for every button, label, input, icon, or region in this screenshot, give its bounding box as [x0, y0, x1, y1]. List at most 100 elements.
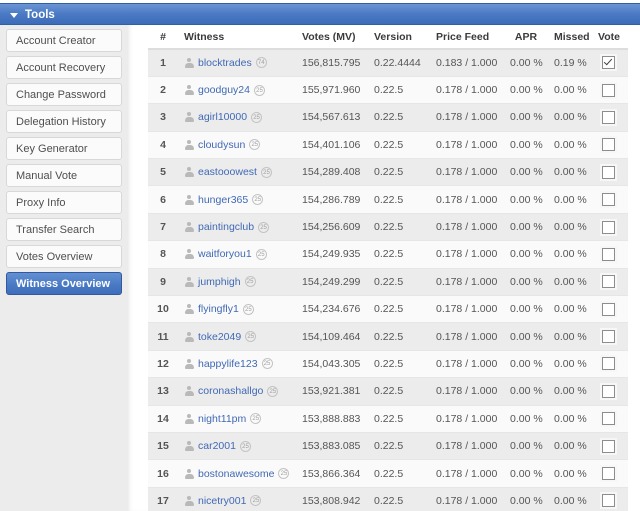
vote-checkbox[interactable]	[601, 83, 615, 97]
witness-name-link[interactable]: agirl10000	[198, 111, 247, 123]
vote-checkbox[interactable]	[601, 412, 615, 426]
cell-version: 0.22.5	[368, 405, 430, 433]
column-header-rank[interactable]: #	[148, 26, 178, 50]
cell-votes: 153,866.364	[296, 459, 368, 488]
cell-apr: 0.00 %	[504, 322, 548, 351]
cell-version: 0.22.5	[368, 268, 430, 297]
vote-checkbox[interactable]	[601, 138, 615, 152]
cell-witness: bostonawesome 25	[178, 459, 296, 488]
cell-url: >>	[624, 158, 628, 187]
witness-cell-content: eastooowest 25	[184, 166, 290, 178]
reputation-badge: 74	[255, 57, 267, 69]
column-header-version[interactable]: Version	[368, 26, 430, 50]
vote-checkbox[interactable]	[601, 220, 615, 234]
sidebar-item-transfer-search[interactable]: Transfer Search	[6, 218, 122, 241]
cell-votes: 154,249.935	[296, 240, 368, 269]
vote-checkbox[interactable]	[601, 110, 615, 124]
sidebar-item-change-password[interactable]: Change Password	[6, 83, 122, 106]
sidebar-item-label: Account Recovery	[16, 62, 106, 74]
witness-name-link[interactable]: night11pm	[198, 413, 246, 425]
vote-checkbox[interactable]	[601, 56, 615, 70]
witness-name-link[interactable]: toke2049	[198, 331, 241, 343]
cell-url: >>	[624, 350, 628, 379]
vote-checkbox[interactable]	[601, 165, 615, 179]
user-avatar-icon	[184, 276, 194, 287]
table-body: 1 blocktrades 74 156,815.795 0.22.4444 0.183 …	[148, 49, 628, 511]
witness-cell-content: car2001 25	[184, 440, 290, 452]
sidebar-item-votes-overview[interactable]: Votes Overview	[6, 245, 122, 268]
cell-apr: 0.00 %	[504, 240, 548, 269]
top-blue-bar: Tools	[0, 3, 640, 25]
sidebar-item-account-creator[interactable]: Account Creator	[6, 29, 122, 52]
witness-name-link[interactable]: waitforyou1	[198, 248, 252, 260]
witness-name-link[interactable]: cloudysun	[198, 139, 245, 151]
sidebar-item-account-recovery[interactable]: Account Recovery	[6, 56, 122, 79]
cell-price-feed: 0.178 / 1.000	[430, 158, 504, 187]
table-row: 15 car2001 25 153,883.085 0.22.5 0.178 / 1.00…	[148, 432, 628, 461]
cell-rank: 13	[148, 377, 178, 406]
sidebar-item-proxy-info[interactable]: Proxy Info	[6, 191, 122, 214]
vote-checkbox[interactable]	[601, 357, 615, 371]
witness-name-link[interactable]: blocktrades	[198, 57, 252, 69]
witness-name-link[interactable]: car2001	[198, 440, 236, 452]
sidebar-item-manual-vote[interactable]: Manual Vote	[6, 164, 122, 187]
reputation-badge: 25	[249, 139, 261, 151]
witness-name-link[interactable]: paintingclub	[198, 221, 254, 233]
table-header: # Witness Votes (MV) Version Price Feed …	[148, 26, 628, 50]
cell-missed: 0.00 %	[548, 131, 592, 160]
vote-checkbox[interactable]	[601, 330, 615, 344]
witness-name-link[interactable]: hunger365	[198, 194, 248, 206]
sidebar-item-label: Votes Overview	[16, 251, 93, 263]
witness-name-link[interactable]: happylife123	[198, 358, 258, 370]
cell-url: >>	[624, 49, 628, 77]
witness-name-link[interactable]: eastooowest	[198, 166, 257, 178]
cell-votes: 156,815.795	[296, 49, 368, 77]
cell-rank: 1	[148, 49, 178, 77]
vote-checkbox[interactable]	[601, 494, 615, 508]
sidebar-item-witness-overview[interactable]: Witness Overview	[6, 272, 122, 295]
vote-checkbox[interactable]	[601, 302, 615, 316]
cell-votes: 154,234.676	[296, 295, 368, 324]
column-header-price-feed[interactable]: Price Feed	[430, 26, 504, 50]
column-header-vote[interactable]: Vote	[592, 26, 624, 50]
column-header-url[interactable]: Url	[624, 26, 628, 50]
vote-checkbox[interactable]	[601, 384, 615, 398]
sidebar-item-key-generator[interactable]: Key Generator	[6, 137, 122, 160]
witness-name-link[interactable]: coronashallgo	[198, 385, 263, 397]
vote-checkbox[interactable]	[601, 467, 615, 481]
witness-name-link[interactable]: nicetry001	[198, 495, 246, 507]
witness-name-link[interactable]: jumphigh	[198, 276, 241, 288]
sidebar-item-delegation-history[interactable]: Delegation History	[6, 110, 122, 133]
column-header-apr[interactable]: APR	[504, 26, 548, 50]
cell-vote	[592, 103, 624, 132]
vote-checkbox[interactable]	[601, 275, 615, 289]
witness-name-link[interactable]: flyingfly1	[198, 303, 239, 315]
table-row: 14 night11pm 25 153,888.883 0.22.5 0.178 / 1.…	[148, 405, 628, 433]
column-header-witness[interactable]: Witness	[178, 26, 296, 50]
cell-votes: 154,289.408	[296, 158, 368, 187]
cell-version: 0.22.5	[368, 432, 430, 461]
witness-name-link[interactable]: goodguy24	[198, 84, 250, 96]
sidebar-item-label: Delegation History	[16, 116, 106, 128]
tools-section-header[interactable]: Tools	[0, 4, 55, 26]
column-header-missed[interactable]: Missed	[548, 26, 592, 50]
cell-votes: 154,567.613	[296, 103, 368, 132]
vote-checkbox[interactable]	[601, 193, 615, 207]
vote-checkbox[interactable]	[601, 247, 615, 261]
user-avatar-icon	[184, 304, 194, 315]
column-header-votes[interactable]: Votes (MV)	[296, 26, 368, 50]
cell-votes: 153,808.942	[296, 487, 368, 511]
cell-vote	[592, 350, 624, 379]
witness-name-link[interactable]: bostonawesome	[198, 468, 274, 480]
cell-missed: 0.00 %	[548, 76, 592, 105]
cell-price-feed: 0.178 / 1.000	[430, 131, 504, 160]
sidebar-item-label: Transfer Search	[16, 224, 95, 236]
cell-vote	[592, 76, 624, 105]
reputation-badge: 25	[261, 358, 273, 370]
table-row: 2 goodguy24 25 155,971.960 0.22.5 0.178 / 1.0…	[148, 76, 628, 105]
vote-checkbox[interactable]	[601, 439, 615, 453]
cell-witness: flyingfly1 25	[178, 295, 296, 324]
witness-cell-content: hunger365 25	[184, 194, 290, 206]
cell-version: 0.22.5	[368, 459, 430, 488]
sidebar-item-label: Witness Overview	[16, 278, 111, 290]
